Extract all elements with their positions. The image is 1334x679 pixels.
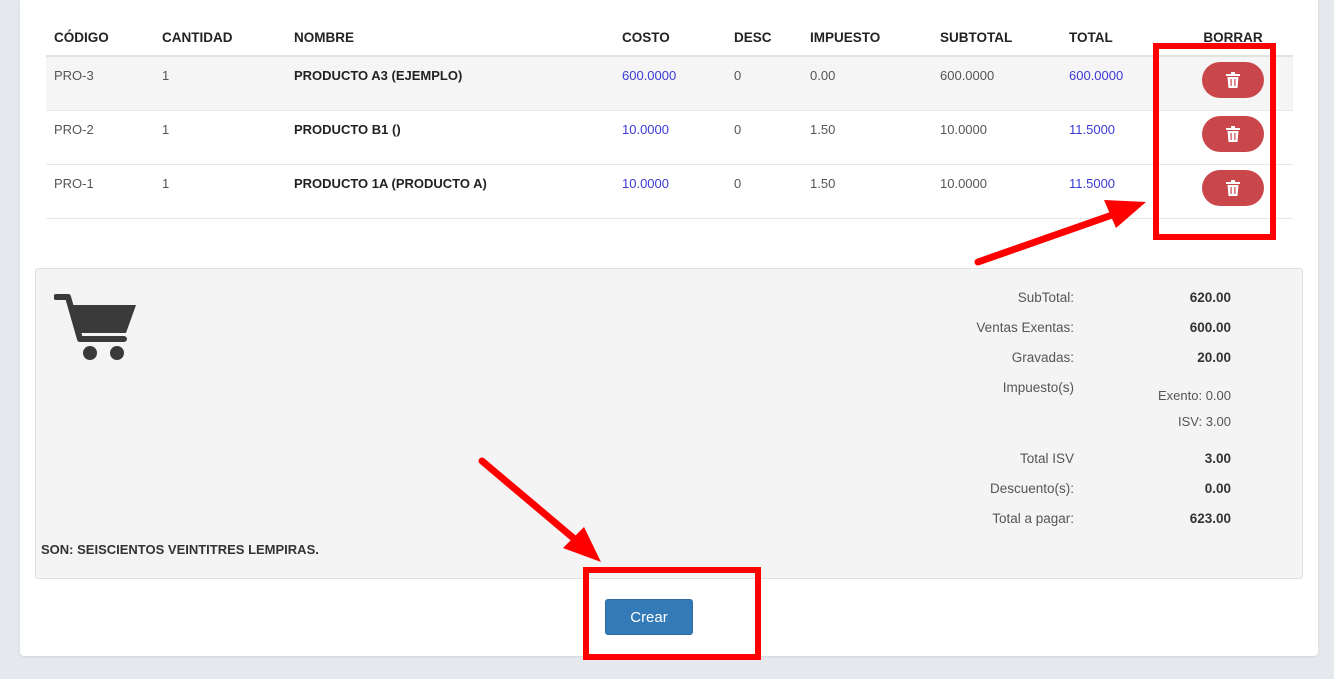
delete-column-highlight xyxy=(1153,43,1276,240)
cell-desc: 0 xyxy=(726,110,802,165)
cell-cost[interactable]: 10.0000 xyxy=(614,110,726,165)
table-row: PRO-3 1 PRODUCTO A3 (EJEMPLO) 600.0000 0… xyxy=(46,56,1293,111)
header-subtotal: SUBTOTAL xyxy=(932,20,1061,57)
cell-code: PRO-2 xyxy=(46,110,154,165)
cell-name: PRODUCTO B1 () xyxy=(286,110,614,165)
table-row: PRO-2 1 PRODUCTO B1 () 10.0000 0 1.50 10… xyxy=(46,110,1293,165)
cell-desc: 0 xyxy=(726,56,802,111)
isv-line: ISV: 3.00 xyxy=(1178,414,1231,429)
invoice-panel: CÓDIGO CANTIDAD NOMBRE COSTO DESC IMPUES… xyxy=(20,0,1318,656)
header-impuesto: IMPUESTO xyxy=(802,20,932,57)
header-cantidad: CANTIDAD xyxy=(154,20,286,57)
cell-subtotal: 10.0000 xyxy=(932,164,1061,219)
cell-qty: 1 xyxy=(154,56,286,111)
totals-summary: SubTotal: 620.00 Ventas Exentas: 600.00 … xyxy=(35,268,1303,579)
create-button-highlight xyxy=(583,567,761,660)
cell-desc: 0 xyxy=(726,164,802,219)
cell-tax: 1.50 xyxy=(802,164,932,219)
shopping-cart-icon xyxy=(54,294,136,360)
cell-subtotal: 10.0000 xyxy=(932,110,1061,165)
cell-tax: 1.50 xyxy=(802,110,932,165)
header-nombre: NOMBRE xyxy=(286,20,614,57)
header-costo: COSTO xyxy=(614,20,726,57)
subtotal-value: 620.00 xyxy=(1189,290,1231,305)
cell-tax: 0.00 xyxy=(802,56,932,111)
impuestos-label: Impuesto(s) xyxy=(1002,380,1074,395)
cell-code: PRO-1 xyxy=(46,164,154,219)
cell-name: PRODUCTO A3 (EJEMPLO) xyxy=(286,56,614,111)
cell-cost[interactable]: 600.0000 xyxy=(614,56,726,111)
cell-code: PRO-3 xyxy=(46,56,154,111)
cell-name: PRODUCTO 1A (PRODUCTO A) xyxy=(286,164,614,219)
cell-qty: 1 xyxy=(154,110,286,165)
gravadas-value: 20.00 xyxy=(1197,350,1231,365)
cell-subtotal: 600.0000 xyxy=(932,56,1061,111)
total-value: 623.00 xyxy=(1189,511,1231,526)
table-row: PRO-1 1 PRODUCTO 1A (PRODUCTO A) 10.0000… xyxy=(46,164,1293,219)
items-table: CÓDIGO CANTIDAD NOMBRE COSTO DESC IMPUES… xyxy=(46,20,1293,219)
table-header-row: CÓDIGO CANTIDAD NOMBRE COSTO DESC IMPUES… xyxy=(46,20,1293,57)
header-desc: DESC xyxy=(726,20,802,57)
gravadas-label: Gravadas: xyxy=(1011,350,1074,365)
cell-cost[interactable]: 10.0000 xyxy=(614,164,726,219)
total-isv-value: 3.00 xyxy=(1204,451,1231,466)
exento-line: Exento: 0.00 xyxy=(1158,388,1231,403)
subtotal-label: SubTotal: xyxy=(1017,290,1074,305)
total-isv-label: Total ISV xyxy=(1019,451,1074,466)
amount-in-words: SON: SEISCIENTOS VEINTITRES LEMPIRAS. xyxy=(41,542,319,557)
descuento-value: 0.00 xyxy=(1204,481,1231,496)
exentas-value: 600.00 xyxy=(1189,320,1231,335)
cell-qty: 1 xyxy=(154,164,286,219)
exentas-label: Ventas Exentas: xyxy=(976,320,1074,335)
descuento-label: Descuento(s): xyxy=(989,481,1074,496)
header-codigo: CÓDIGO xyxy=(46,20,154,57)
total-label: Total a pagar: xyxy=(992,511,1074,526)
